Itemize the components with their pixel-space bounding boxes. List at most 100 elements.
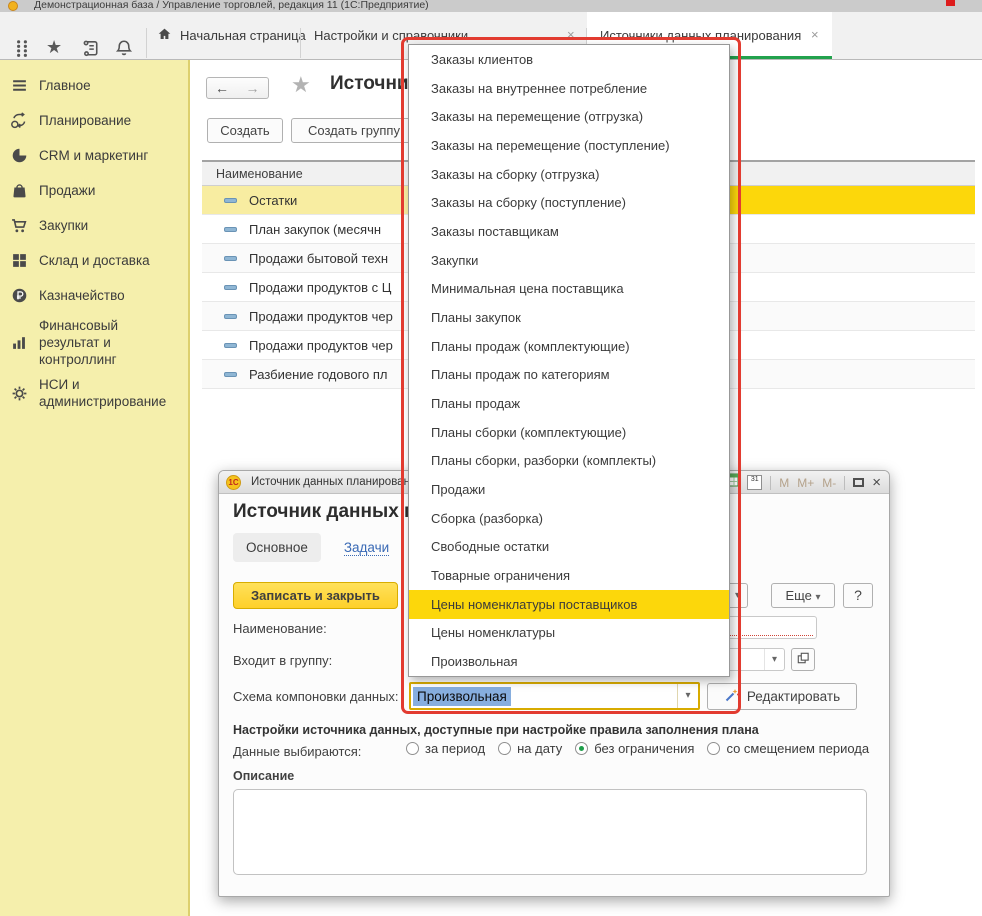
help-button[interactable]: ? — [843, 583, 873, 608]
more-button[interactable]: Еще ▾ — [771, 583, 835, 608]
radio-circle — [707, 742, 720, 755]
back-button[interactable]: ← — [206, 77, 238, 99]
dropdown-option[interactable]: Цены номенклатуры — [409, 619, 729, 648]
radio-option[interactable]: на дату — [498, 741, 562, 756]
dropdown-option[interactable]: Сборка (разборка) — [409, 504, 729, 533]
dropdown-option[interactable]: Продажи — [409, 475, 729, 504]
dropdown-option[interactable]: Заказы на перемещение (поступление) — [409, 131, 729, 160]
description-label: Описание — [233, 769, 294, 783]
row-name: Остатки — [249, 193, 297, 208]
1c-app-icon — [8, 1, 18, 11]
radio-label: за период — [425, 741, 485, 756]
admin-gear-icon — [10, 384, 28, 402]
sidebar-item[interactable]: Склад и доставка — [0, 243, 188, 278]
favorite-page-star-icon[interactable]: ★ — [291, 72, 311, 98]
dropdown-option[interactable]: Планы продаж — [409, 389, 729, 418]
tab-home[interactable]: Начальная страница — [150, 12, 298, 59]
financial-result-icon — [10, 334, 28, 352]
dash-item-icon — [224, 343, 237, 348]
dialog-title: Источник данных планировани — [251, 476, 416, 488]
dropdown-option[interactable]: Планы закупок — [409, 303, 729, 332]
dash-item-icon — [224, 285, 237, 290]
period-options: за период на дату без ограничения со сме… — [406, 741, 869, 756]
dropdown-option[interactable]: Заказы клиентов — [409, 45, 729, 74]
split-caret-button[interactable]: ▾ — [727, 583, 748, 608]
sidebar-item-label: CRM и маркетинг — [39, 147, 148, 164]
sidebar-item-label: НСИ и администрирование — [39, 376, 182, 410]
radio-option[interactable]: за период — [406, 741, 485, 756]
sidebar-item[interactable]: Финансовый результат и контроллинг — [0, 313, 188, 372]
dropdown-option[interactable]: Заказы на перемещение (отгрузка) — [409, 102, 729, 131]
row-name: Продажи продуктов чер — [249, 338, 393, 353]
sections-sidebar: Главное Планирование CRM и маркетинг Про… — [0, 60, 190, 916]
dropdown-option[interactable]: Планы сборки, разборки (комплекты) — [409, 447, 729, 476]
schema-combo-field[interactable]: Произвольная ▾ — [409, 682, 700, 710]
tab-close-icon[interactable]: × — [567, 27, 575, 42]
sidebar-item[interactable]: Казначейство — [0, 278, 188, 313]
radio-circle — [498, 742, 511, 755]
magic-wand-icon — [724, 687, 740, 706]
sidebar-item-label: Главное — [39, 77, 91, 94]
sidebar-item[interactable]: Закупки — [0, 208, 188, 243]
calendar-icon[interactable]: 31 — [747, 475, 762, 490]
treasury-ruble-icon — [10, 287, 28, 305]
sidebar-item[interactable]: НСИ и администрирование — [0, 372, 188, 414]
memory-button[interactable]: M — [779, 476, 789, 490]
sidebar-item-label: Финансовый результат и контроллинг — [39, 317, 182, 368]
memory-minus-button[interactable]: M- — [822, 476, 836, 490]
dropdown-option[interactable]: Планы продаж (комплектующие) — [409, 332, 729, 361]
chevron-down-icon: ▾ — [816, 592, 821, 603]
sections-menu-icon[interactable] — [14, 39, 34, 59]
purchases-cart-icon — [10, 217, 28, 235]
sidebar-item[interactable]: Планирование — [0, 103, 188, 138]
tab-close-icon[interactable]: × — [811, 27, 819, 42]
favorites-star-icon[interactable]: ★ — [46, 37, 66, 57]
dropdown-option[interactable]: Свободные остатки — [409, 533, 729, 562]
memory-plus-button[interactable]: M+ — [797, 476, 814, 490]
sidebar-item[interactable]: Главное — [0, 68, 188, 103]
dropdown-option[interactable]: Цены номенклатуры поставщиков — [409, 590, 729, 619]
window-titlebar: Демонстрационная база / Управление торго… — [0, 0, 982, 12]
dropdown-option[interactable]: Товарные ограничения — [409, 561, 729, 590]
radio-label: на дату — [517, 741, 562, 756]
tab-main[interactable]: Основное — [233, 533, 321, 562]
dropdown-option[interactable]: Заказы на внутреннее потребление — [409, 74, 729, 103]
sidebar-item-label: Продажи — [39, 182, 95, 199]
save-and-close-button[interactable]: Записать и закрыть — [233, 582, 398, 609]
radio-option[interactable]: без ограничения — [575, 741, 694, 756]
notifications-bell-icon[interactable] — [115, 39, 135, 59]
crm-pie-icon — [10, 147, 28, 165]
window-title: Демонстрационная база / Управление торго… — [34, 0, 429, 11]
tab-tasks[interactable]: Задачи — [344, 540, 389, 556]
history-icon[interactable] — [82, 39, 102, 59]
sidebar-item-label: Закупки — [39, 217, 88, 234]
dropdown-option[interactable]: Заказы на сборку (отгрузка) — [409, 160, 729, 189]
dropdown-option[interactable]: Минимальная цена поставщика — [409, 274, 729, 303]
dropdown-option[interactable]: Произвольная — [409, 647, 729, 676]
schema-selected-value: Произвольная — [413, 687, 511, 706]
dropdown-option[interactable]: Закупки — [409, 246, 729, 275]
sidebar-item[interactable]: CRM и маркетинг — [0, 138, 188, 173]
description-textarea[interactable] — [233, 789, 867, 875]
create-group-button[interactable]: Создать группу — [291, 118, 417, 143]
forward-button[interactable]: → — [237, 77, 269, 99]
sidebar-item[interactable]: Продажи — [0, 173, 188, 208]
row-name: План закупок (месячн — [249, 222, 381, 237]
dash-item-icon — [224, 256, 237, 261]
radio-option[interactable]: со смещением периода — [707, 741, 869, 756]
dropdown-option[interactable]: Планы продаж по категориям — [409, 360, 729, 389]
dropdown-option[interactable]: Заказы поставщикам — [409, 217, 729, 246]
chevron-down-icon[interactable]: ▾ — [764, 649, 784, 670]
close-icon[interactable]: × — [872, 475, 881, 490]
choose-from-list-button[interactable] — [791, 648, 815, 671]
create-button[interactable]: Создать — [207, 118, 283, 143]
dropdown-option[interactable]: Планы сборки (комплектующие) — [409, 418, 729, 447]
warehouse-icon — [10, 252, 28, 270]
maximize-icon[interactable] — [853, 478, 864, 487]
schema-label: Схема компоновки данных: — [233, 689, 399, 704]
edit-button[interactable]: Редактировать — [707, 683, 857, 710]
dropdown-option[interactable]: Заказы на сборку (поступление) — [409, 188, 729, 217]
planning-icon — [10, 112, 28, 130]
chevron-down-icon[interactable]: ▾ — [677, 684, 698, 708]
window-close-button[interactable] — [946, 0, 955, 6]
